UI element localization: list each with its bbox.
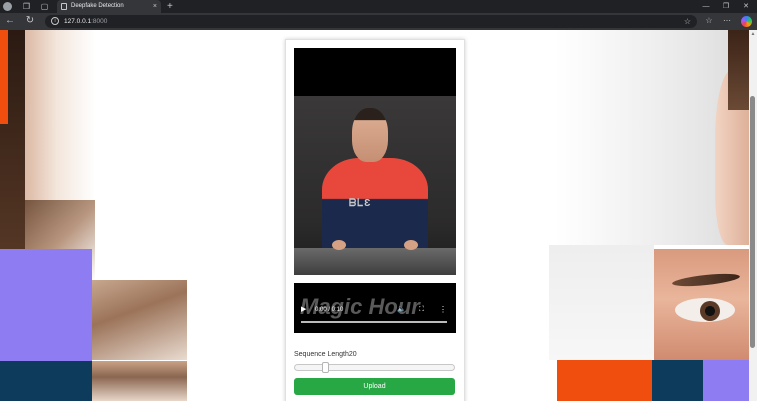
page-scrollbar[interactable]: ▲	[749, 30, 757, 401]
video-progress-bar[interactable]	[301, 321, 447, 323]
close-window-button[interactable]: ✕	[739, 0, 753, 13]
shirt-print: ᗷᒪƐ	[349, 198, 372, 209]
sequence-length-slider[interactable]	[294, 362, 455, 373]
url-port: :8000	[91, 18, 108, 25]
sequence-length-text: Sequence Length	[294, 351, 349, 358]
upload-card: ᗷᒪƐ Magic Hour ▶ 0:00 / 0:10 🔈 ⛶ ⋮ Seque…	[285, 39, 465, 401]
reload-icon[interactable]: ↻	[23, 14, 37, 28]
back-arrow-icon[interactable]: ←	[3, 14, 17, 28]
favorite-star-icon[interactable]: ☆	[684, 15, 691, 28]
tab-actions-icon[interactable]: ▢	[40, 2, 49, 11]
slider-thumb[interactable]	[322, 362, 329, 373]
video-player[interactable]: Magic Hour ▶ 0:00 / 0:10 🔈 ⛶ ⋮	[294, 283, 456, 333]
right-purple-block	[703, 360, 749, 401]
video-controls: ▶ 0:00 / 0:10 🔈 ⛶ ⋮	[294, 303, 456, 317]
left-eyebrow-image	[92, 361, 187, 401]
sequence-length-value: 20	[348, 351, 357, 358]
upload-button[interactable]: Upload	[294, 378, 455, 395]
fullscreen-icon[interactable]: ⛶	[419, 305, 424, 315]
minimize-button[interactable]: —	[699, 0, 713, 13]
favorites-icon[interactable]: ☆	[703, 15, 715, 27]
new-tab-button[interactable]: +	[167, 0, 173, 13]
more-options-icon[interactable]: ⋮	[439, 305, 447, 315]
volume-icon[interactable]: 🔈	[397, 305, 406, 315]
right-eye-iris	[700, 301, 720, 321]
url-text: 127.0.0.1:8000	[64, 15, 107, 28]
browser-toolbar: ← ↻ i 127.0.0.1:8000 ☆ ☆ ⋯	[0, 13, 757, 30]
video-preview[interactable]: ᗷᒪƐ	[294, 48, 456, 275]
left-navy-block	[0, 361, 92, 401]
left-hand	[332, 240, 346, 250]
right-hand	[404, 240, 418, 250]
copilot-icon[interactable]	[741, 16, 752, 27]
tab-deepfake-detection[interactable]: Deepfake Detection ×	[57, 0, 161, 13]
sequence-length-label: Sequence Length20	[294, 350, 357, 360]
right-grey-block	[549, 245, 654, 360]
tab-title: Deepfake Detection	[71, 3, 124, 9]
left-purple-block	[0, 249, 92, 361]
right-navy-block	[652, 360, 703, 401]
person-head	[352, 108, 388, 162]
play-icon[interactable]: ▶	[301, 305, 306, 315]
address-bar[interactable]: i 127.0.0.1:8000 ☆	[45, 15, 697, 28]
collections-icon[interactable]: ❐	[22, 2, 31, 11]
scrollbar-thumb[interactable]	[750, 96, 755, 348]
site-info-icon[interactable]: i	[51, 17, 59, 25]
page-icon	[61, 3, 67, 10]
video-time: 0:00 / 0:10	[315, 307, 344, 313]
left-hair-image-lower	[92, 280, 187, 360]
url-host: 127.0.0.1	[64, 18, 92, 25]
left-orange-block	[0, 30, 8, 124]
more-menu-icon[interactable]: ⋯	[721, 15, 733, 27]
page-content: ▲ ᗷᒪƐ Magic Hour ▶ 0:00 / 0:10 🔈 ⛶ ⋮ Seq…	[0, 30, 757, 401]
right-orange-block	[557, 360, 652, 401]
profile-avatar[interactable]	[3, 2, 12, 11]
close-tab-icon[interactable]: ×	[153, 0, 157, 13]
browser-tab-strip: ❐ ▢ Deepfake Detection × + — ❐ ✕	[0, 0, 757, 13]
table-surface	[294, 248, 456, 275]
restore-button[interactable]: ❐	[719, 0, 733, 13]
scroll-up-arrow-icon[interactable]: ▲	[749, 31, 757, 37]
